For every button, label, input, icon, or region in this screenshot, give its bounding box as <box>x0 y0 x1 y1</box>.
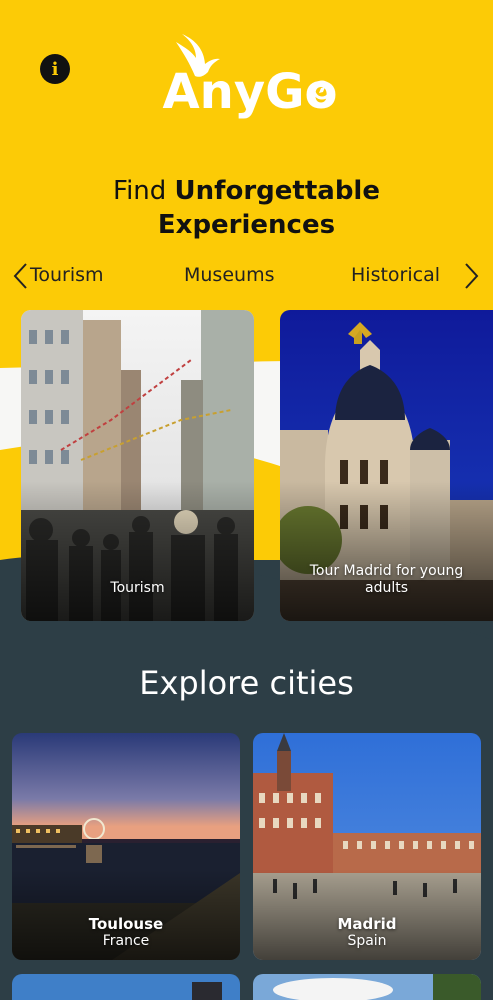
city-card-madrid[interactable]: Madrid Spain <box>253 733 481 960</box>
category-historical[interactable]: Historical <box>351 264 440 286</box>
page-headline: Find Unforgettable Experiences <box>0 174 493 242</box>
city-name: Madrid <box>337 915 397 933</box>
experience-card-madrid[interactable]: Tour Madrid for young adults <box>280 310 493 621</box>
chevron-left-icon[interactable] <box>10 260 30 292</box>
app-logo: AnyGo <box>150 28 350 128</box>
headline-bold-1: Unforgettable <box>174 176 380 206</box>
city-image <box>12 974 240 1000</box>
city-card-partial[interactable] <box>253 974 481 1000</box>
headline-bold-2: Experiences <box>157 210 336 240</box>
info-icon[interactable]: i <box>40 54 70 84</box>
city-country: France <box>102 933 150 949</box>
category-carousel: Tourism Museums Historical <box>0 260 493 294</box>
city-name: Toulouse <box>88 915 164 933</box>
experience-image <box>21 310 254 621</box>
explore-cities-title: Explore cities <box>139 664 354 702</box>
city-card-toulouse[interactable]: Toulouse France <box>12 733 240 960</box>
chevron-right-icon[interactable] <box>462 260 482 292</box>
city-card-partial[interactable] <box>12 974 240 1000</box>
city-image <box>253 974 481 1000</box>
experience-label-line2: adults <box>364 580 408 596</box>
experience-card-tourism[interactable]: Tourism <box>21 310 254 621</box>
compass-icon <box>312 80 332 100</box>
experience-label: Tour Madrid for young adults <box>280 563 493 597</box>
experience-label: Tourism <box>110 580 165 596</box>
category-tourism[interactable]: Tourism <box>30 264 104 286</box>
experience-label-line1: Tour Madrid for young <box>309 563 464 579</box>
headline-regular: Find <box>113 176 175 206</box>
category-museums[interactable]: Museums <box>184 264 274 286</box>
city-country: Spain <box>347 933 387 949</box>
